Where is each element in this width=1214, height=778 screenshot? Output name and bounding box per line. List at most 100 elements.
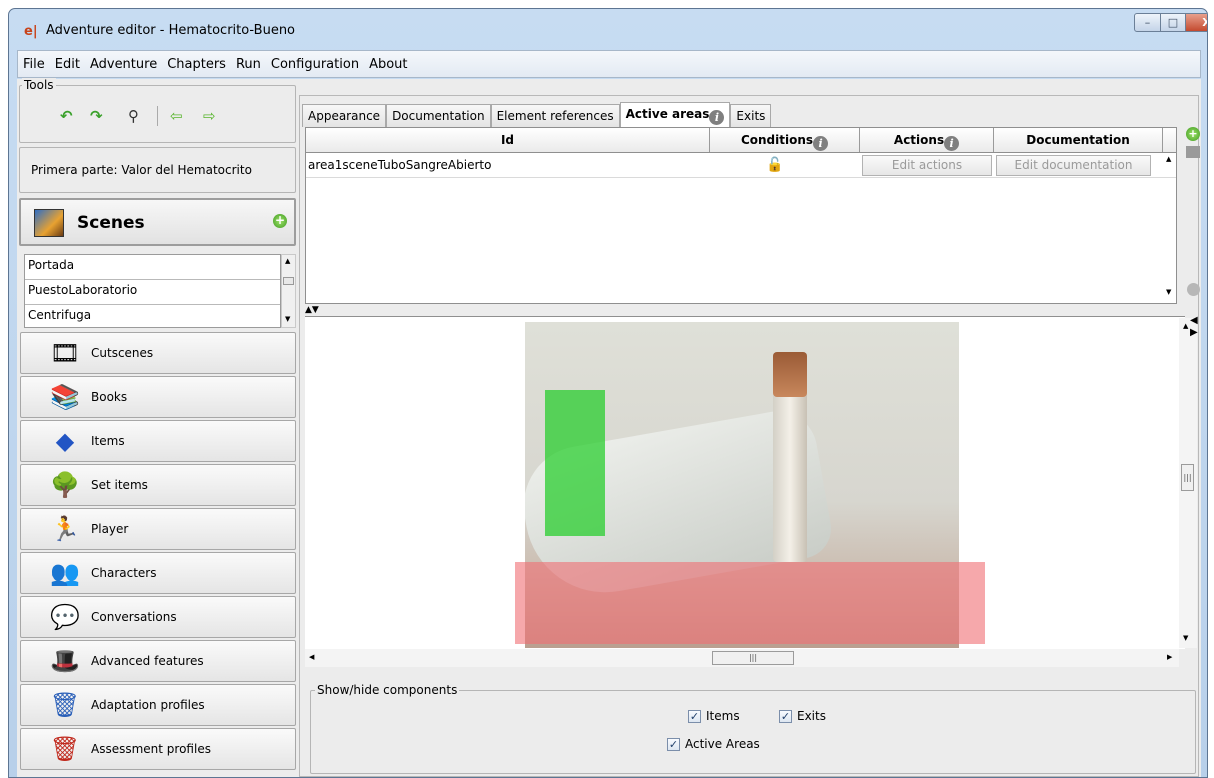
scroll-thumb[interactable] xyxy=(283,277,294,285)
nav-conversations[interactable]: 💬 Conversations xyxy=(20,596,296,638)
books-icon: 📚 xyxy=(50,383,80,411)
splitter-up-arrow[interactable]: ▲ xyxy=(305,305,312,315)
items-checkbox[interactable]: ✓ Items xyxy=(688,709,740,723)
tab-active-areas-label: Active areas xyxy=(625,107,710,121)
column-header-id[interactable]: Id xyxy=(306,128,710,152)
panel-splitter[interactable]: ▲▼ xyxy=(305,306,1177,316)
scroll-up-arrow[interactable]: ▲ xyxy=(1183,322,1188,330)
edit-actions-button[interactable]: Edit actions xyxy=(862,155,992,176)
scroll-up-arrow[interactable]: ▲ xyxy=(1166,155,1171,163)
scene-item[interactable]: Portada xyxy=(25,255,280,280)
tab-element-references[interactable]: Element references xyxy=(490,104,620,127)
nav-label: Items xyxy=(91,434,125,448)
menu-file[interactable]: File xyxy=(18,57,50,72)
scene-item[interactable]: PuestoLaboratorio xyxy=(25,280,280,305)
minimize-button[interactable]: – xyxy=(1134,13,1161,32)
tab-appearance[interactable]: Appearance xyxy=(302,104,387,127)
nav-player[interactable]: 🏃 Player xyxy=(20,508,296,550)
menu-chapters[interactable]: Chapters xyxy=(162,57,231,72)
nav-label: Set items xyxy=(91,478,148,492)
scroll-right-arrow[interactable]: ▶ xyxy=(1167,653,1172,661)
tab-exits[interactable]: Exits xyxy=(730,104,772,127)
player-icon: 🏃 xyxy=(50,515,80,543)
show-hide-components-panel: Show/hide components ✓ Items ✓ Exits ✓ Acti… xyxy=(310,683,1196,774)
adaptation-profiles-icon: 🗑 xyxy=(49,691,81,719)
scroll-up-arrow[interactable]: ▲ xyxy=(285,257,290,265)
scene-item[interactable]: Centrifuga xyxy=(25,305,280,330)
scroll-down-arrow[interactable]: ▼ xyxy=(285,315,290,323)
title-bar[interactable]: e| Adventure editor - Hematocrito-Bueno … xyxy=(9,9,1207,47)
menu-run[interactable]: Run xyxy=(231,57,266,72)
nav-set-items[interactable]: 🌳 Set items xyxy=(20,464,296,506)
canvas-horizontal-scrollbar[interactable]: ◀ ||| ▶ xyxy=(305,649,1179,667)
back-arrow-icon[interactable]: ⇦ xyxy=(170,108,183,124)
tab-active-areas[interactable]: Active areas i xyxy=(619,102,731,127)
column-header-actions[interactable]: Actions i xyxy=(860,128,994,152)
duplicate-area-button[interactable] xyxy=(1186,146,1200,158)
undo-icon[interactable]: ↶ xyxy=(60,108,73,124)
add-scene-button[interactable]: + xyxy=(273,214,287,228)
scroll-thumb[interactable]: ||| xyxy=(712,651,794,665)
redo-icon[interactable]: ↷ xyxy=(90,108,103,124)
exits-checkbox[interactable]: ✓ Exits xyxy=(779,709,826,723)
scenes-header[interactable]: Scenes + xyxy=(19,198,296,246)
nav-label: Cutscenes xyxy=(91,346,154,360)
scroll-left-arrow[interactable]: ◀ xyxy=(309,653,314,661)
exit-area-overlay[interactable] xyxy=(515,562,985,644)
nav-items[interactable]: ◆ Items xyxy=(20,420,296,462)
scroll-down-arrow[interactable]: ▼ xyxy=(1166,288,1171,296)
menu-configuration[interactable]: Configuration xyxy=(266,57,364,72)
nav-label: Player xyxy=(91,522,129,536)
column-header-label: Actions xyxy=(893,133,945,147)
menu-edit[interactable]: Edit xyxy=(50,57,85,72)
checkbox-check-icon[interactable]: ✓ xyxy=(779,709,792,723)
scene-preview-canvas[interactable] xyxy=(305,316,1185,649)
menu-adventure[interactable]: Adventure xyxy=(85,57,162,72)
nav-cutscenes[interactable]: 🎞 Cutscenes xyxy=(20,332,296,374)
nav-label: Adaptation profiles xyxy=(91,698,205,712)
nav-books[interactable]: 📚 Books xyxy=(20,376,296,418)
scroll-down-arrow[interactable]: ▼ xyxy=(1183,634,1188,642)
blood-tube-cap xyxy=(773,352,807,397)
delete-area-button[interactable] xyxy=(1187,283,1200,296)
zoom-right-arrow[interactable]: ▶ xyxy=(1190,328,1198,338)
nav-characters[interactable]: 👥 Characters xyxy=(20,552,296,594)
canvas-vertical-scrollbar[interactable]: ▲ ||| ▼ xyxy=(1179,318,1197,648)
nav-label: Assessment profiles xyxy=(91,742,211,756)
area-id-cell[interactable]: area1sceneTuboSangreAbierto xyxy=(308,153,491,178)
info-icon[interactable]: i xyxy=(813,136,829,151)
close-button[interactable]: X xyxy=(1185,13,1207,32)
tab-documentation[interactable]: Documentation xyxy=(386,104,491,127)
scroll-thumb[interactable]: ||| xyxy=(1181,464,1194,491)
chapter-selector[interactable]: Primera parte: Valor del Hematocrito xyxy=(19,147,296,193)
search-binoculars-icon[interactable]: ⚲ xyxy=(128,108,139,124)
nav-advanced-features[interactable]: 🎩 Advanced features xyxy=(20,640,296,682)
maximize-button[interactable]: □ xyxy=(1160,13,1186,32)
column-header-documentation[interactable]: Documentation xyxy=(994,128,1163,152)
edit-documentation-button[interactable]: Edit documentation xyxy=(996,155,1151,176)
column-header-conditions[interactable]: Conditions i xyxy=(710,128,860,152)
menu-about[interactable]: About xyxy=(364,57,412,72)
assessment-profiles-icon: 🗑 xyxy=(49,735,81,763)
zoom-left-arrow[interactable]: ◀ xyxy=(1190,316,1198,326)
table-header: Id Conditions i Actions i Documentation xyxy=(306,128,1176,153)
nav-assessment-profiles[interactable]: 🗑 Assessment profiles xyxy=(20,728,296,770)
app-window: e| Adventure editor - Hematocrito-Bueno … xyxy=(8,8,1208,778)
padlock-open-icon[interactable]: 🔓 xyxy=(766,153,783,178)
checkbox-check-icon[interactable]: ✓ xyxy=(667,737,680,751)
checkbox-check-icon[interactable]: ✓ xyxy=(688,709,701,723)
info-icon[interactable]: i xyxy=(944,136,960,151)
forward-arrow-icon[interactable]: ⇨ xyxy=(203,108,216,124)
active-area-overlay[interactable] xyxy=(545,390,605,536)
add-area-button[interactable]: + xyxy=(1186,127,1200,141)
checkbox-label: Active Areas xyxy=(685,737,760,751)
splitter-down-arrow[interactable]: ▼ xyxy=(312,305,319,315)
scene-list-scrollbar[interactable]: ▲ ▼ xyxy=(281,254,296,328)
table-scrollbar[interactable]: ▲ ▼ xyxy=(1163,153,1177,303)
scenes-picture-icon xyxy=(34,209,64,237)
client-area: Tools ↶ ↷ ⚲ ⇦ ⇨ Primera parte: Valor del… xyxy=(17,78,1201,777)
info-icon[interactable]: i xyxy=(709,110,725,125)
nav-adaptation-profiles[interactable]: 🗑 Adaptation profiles xyxy=(20,684,296,726)
active-areas-checkbox[interactable]: ✓ Active Areas xyxy=(667,737,760,751)
table-row[interactable]: area1sceneTuboSangreAbierto 🔓 Edit actio… xyxy=(306,153,1176,178)
